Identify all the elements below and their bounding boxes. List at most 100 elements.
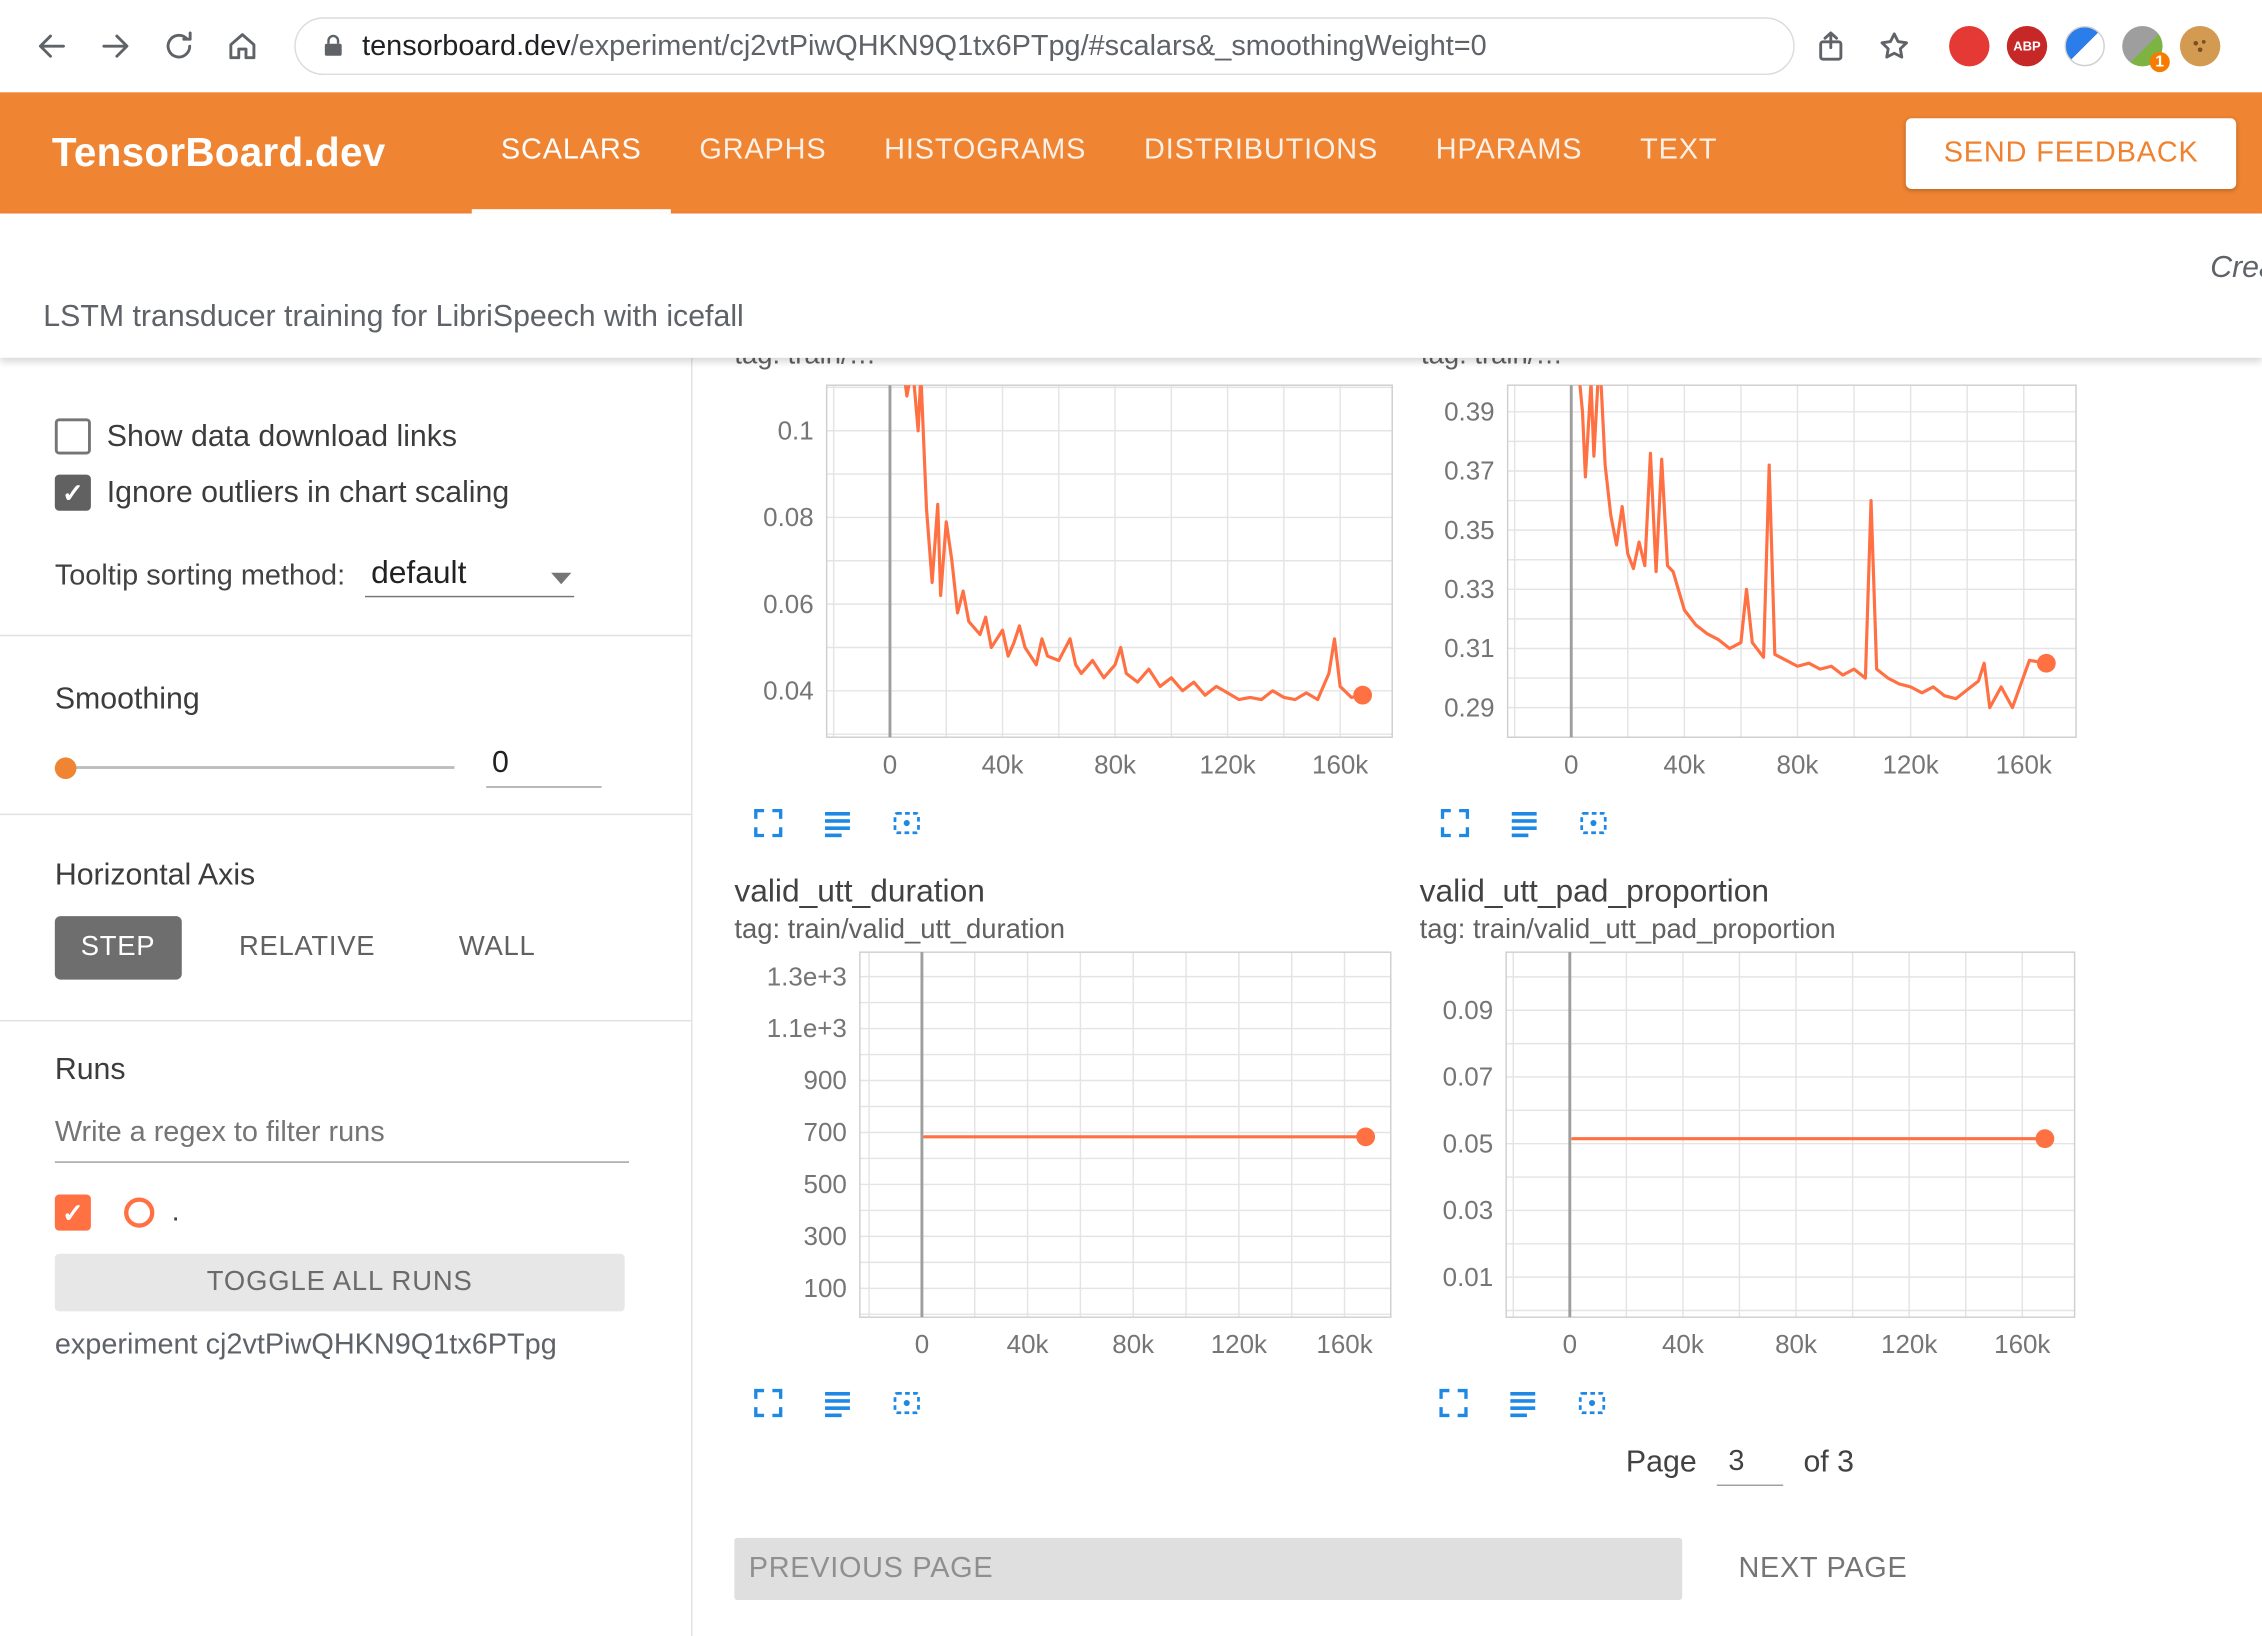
tab-scalars[interactable]: SCALARS <box>472 92 670 213</box>
cookie-extension-icon[interactable] <box>2180 26 2220 66</box>
line-chart[interactable]: 1003005007009001.1e+31.3e+3040k80k120k16… <box>734 946 1399 1366</box>
chart-card: valid_utt_duration tag: train/valid_utt_… <box>734 874 1399 1419</box>
tab-histograms[interactable]: HISTOGRAMS <box>855 92 1115 213</box>
fit-domain-icon[interactable] <box>890 806 923 839</box>
page-buttons: PREVIOUS PAGE NEXT PAGE <box>734 1538 2262 1600</box>
svg-text:80k: 80k <box>1777 749 1820 779</box>
settings-sidebar: Show data download links ✓ Ignore outlie… <box>0 358 692 1636</box>
expand-chart-icon[interactable] <box>752 1386 785 1419</box>
chart-card: tag: train/… 0.040.060.080.1040k80k120k1… <box>734 358 1401 840</box>
svg-text:120k: 120k <box>1199 749 1256 779</box>
svg-text:0: 0 <box>915 1329 929 1359</box>
extensions-area: ABP 1 <box>1949 26 2220 66</box>
svg-text:80k: 80k <box>1775 1329 1818 1359</box>
divider <box>0 814 691 815</box>
svg-text:0.1: 0.1 <box>778 415 814 445</box>
svg-text:0.31: 0.31 <box>1444 633 1495 663</box>
profile-avatar-icon[interactable]: 1 <box>2122 26 2162 66</box>
smoothing-slider[interactable] <box>55 748 455 786</box>
chart-actions <box>752 806 1401 839</box>
smoothing-value-input[interactable]: 0 <box>486 746 601 788</box>
svg-text:0.06: 0.06 <box>763 589 814 619</box>
adblock-extension-icon[interactable] <box>1949 26 1989 66</box>
svg-text:120k: 120k <box>1882 749 1939 779</box>
tooltip-sorting-row: Tooltip sorting method: default <box>55 554 634 597</box>
fit-domain-icon[interactable] <box>1575 1386 1608 1419</box>
tooltip-sorting-value: default <box>371 554 466 592</box>
expand-chart-icon[interactable] <box>1438 806 1471 839</box>
chart-title: valid_utt_pad_proportion <box>1420 874 2084 909</box>
app-header: TensorBoard.dev SCALARS GRAPHS HISTOGRAM… <box>0 92 2262 213</box>
tab-text[interactable]: TEXT <box>1611 92 1746 213</box>
slider-thumb[interactable] <box>55 757 77 779</box>
run-color-swatch <box>124 1197 154 1227</box>
previous-page-button[interactable]: PREVIOUS PAGE <box>734 1538 1682 1600</box>
run-checkbox[interactable]: ✓ <box>55 1195 91 1231</box>
axis-wall-button[interactable]: WALL <box>433 916 561 979</box>
expand-chart-icon[interactable] <box>752 806 785 839</box>
forward-icon[interactable] <box>94 25 137 68</box>
blue-extension-icon[interactable] <box>2065 26 2105 66</box>
svg-text:160k: 160k <box>1312 749 1369 779</box>
charts-main: tag: train/… 0.040.060.080.1040k80k120k1… <box>692 358 2262 1636</box>
send-feedback-button[interactable]: SEND FEEDBACK <box>1906 118 2236 189</box>
svg-text:0: 0 <box>883 749 897 779</box>
experiment-title: LSTM transducer training for LibriSpeech… <box>43 300 744 335</box>
home-icon[interactable] <box>221 25 264 68</box>
clipped-chart-header: tag: train/… <box>1421 358 2085 372</box>
run-selector-icon[interactable] <box>821 1386 854 1419</box>
app-logo: TensorBoard.dev <box>52 130 386 176</box>
show-download-links-checkbox[interactable] <box>55 418 91 454</box>
chart-tag: tag: train/valid_utt_duration <box>734 915 1399 947</box>
svg-text:40k: 40k <box>982 749 1025 779</box>
show-download-links-checkbox-row[interactable]: Show data download links <box>55 418 634 454</box>
chart-tag: tag: train/valid_utt_pad_proportion <box>1420 915 2084 947</box>
page-label: Page <box>1626 1446 1697 1486</box>
svg-text:300: 300 <box>804 1221 847 1251</box>
tab-graphs[interactable]: GRAPHS <box>671 92 856 213</box>
svg-text:0.29: 0.29 <box>1444 692 1495 722</box>
run-selector-icon[interactable] <box>1508 806 1541 839</box>
axis-relative-button[interactable]: RELATIVE <box>213 916 401 979</box>
run-selector-icon[interactable] <box>1506 1386 1539 1419</box>
axis-step-button[interactable]: STEP <box>55 916 181 979</box>
bookmark-star-icon[interactable] <box>1873 25 1916 68</box>
run-selector-icon[interactable] <box>821 806 854 839</box>
svg-text:0.09: 0.09 <box>1443 995 1494 1025</box>
ignore-outliers-checkbox[interactable]: ✓ <box>55 475 91 511</box>
fit-domain-icon[interactable] <box>1577 806 1610 839</box>
tab-distributions[interactable]: DISTRIBUTIONS <box>1115 92 1407 213</box>
url-bar[interactable]: tensorboard.dev/experiment/cj2vtPiwQHKN9… <box>294 17 1794 75</box>
line-chart[interactable]: 0.010.030.050.070.09040k80k120k160k <box>1420 946 2084 1366</box>
svg-text:0.07: 0.07 <box>1443 1062 1494 1092</box>
share-icon[interactable] <box>1809 25 1852 68</box>
secure-lock-icon[interactable] <box>319 32 348 61</box>
main-nav: SCALARS GRAPHS HISTOGRAMS DISTRIBUTIONS … <box>472 92 1746 213</box>
svg-text:0.37: 0.37 <box>1444 456 1495 486</box>
smoothing-label: Smoothing <box>55 682 634 717</box>
slider-track[interactable] <box>55 765 455 768</box>
chevron-down-icon <box>551 573 571 585</box>
ignore-outliers-checkbox-row[interactable]: ✓ Ignore outliers in chart scaling <box>55 475 634 511</box>
runs-filter-input[interactable] <box>55 1117 629 1163</box>
tab-hparams[interactable]: HPARAMS <box>1407 92 1611 213</box>
fit-domain-icon[interactable] <box>890 1386 923 1419</box>
tooltip-sorting-select[interactable]: default <box>365 554 574 597</box>
next-page-button[interactable]: NEXT PAGE <box>1715 1538 1930 1600</box>
line-chart[interactable]: 0.040.060.080.1040k80k120k160k <box>734 384 1401 787</box>
toggle-all-runs-button[interactable]: TOGGLE ALL RUNS <box>55 1254 625 1312</box>
abp-extension-icon[interactable]: ABP <box>2007 26 2047 66</box>
experiment-id: experiment cj2vtPiwQHKN9Q1tx6PTpg <box>55 1329 634 1362</box>
run-name: . <box>172 1196 180 1229</box>
line-chart[interactable]: 0.290.310.330.350.370.39040k80k120k160k <box>1421 384 2085 787</box>
back-icon[interactable] <box>30 25 73 68</box>
check-icon: ✓ <box>62 480 84 506</box>
svg-text:40k: 40k <box>1663 749 1706 779</box>
svg-text:160k: 160k <box>1316 1329 1373 1359</box>
svg-text:500: 500 <box>804 1169 847 1199</box>
svg-text:700: 700 <box>804 1117 847 1147</box>
reload-icon[interactable] <box>157 25 200 68</box>
svg-text:120k: 120k <box>1881 1329 1938 1359</box>
expand-chart-icon[interactable] <box>1437 1386 1470 1419</box>
page-number-input[interactable]: 3 <box>1717 1446 1783 1486</box>
